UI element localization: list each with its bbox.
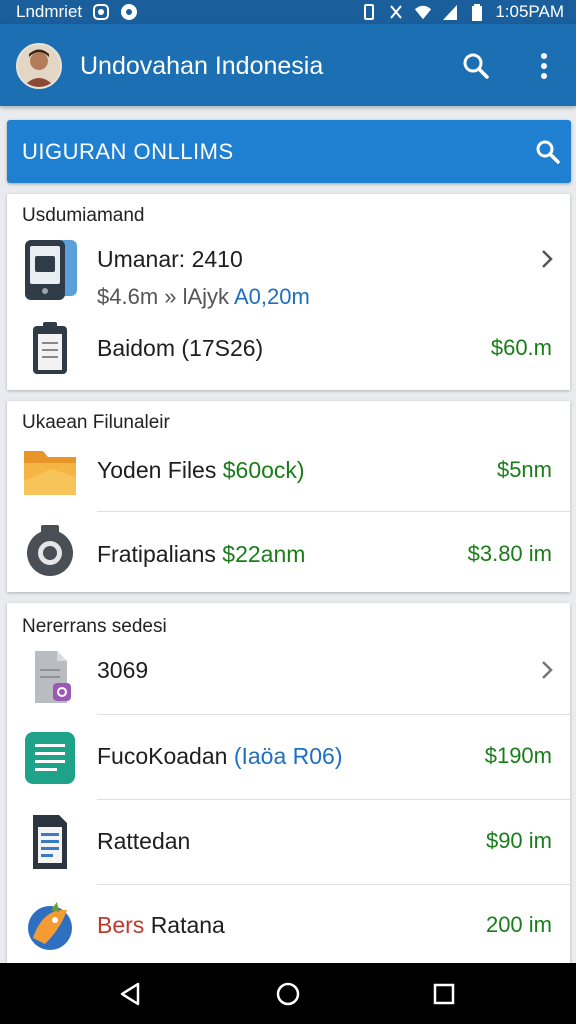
list-item[interactable]: Fratipalians $22anm $3.80 im	[7, 513, 570, 589]
chevron-right-icon	[536, 248, 558, 270]
divider	[97, 714, 570, 715]
item-value: $60.m	[490, 335, 552, 360]
sync-icon	[120, 3, 138, 21]
section-title: Usdumiamand	[22, 205, 145, 226]
item-title: Bers Ratana	[97, 912, 225, 939]
list-item[interactable]: Rattedan $90 im	[7, 801, 570, 885]
recents-icon[interactable]	[428, 978, 460, 1010]
phone-card-icon	[21, 238, 79, 300]
list-item[interactable]: 3069	[7, 643, 570, 715]
item-subtitle-link[interactable]: A0,20m	[234, 284, 310, 309]
app-title: Undovahan Indonesia	[80, 52, 324, 80]
item-title-amount: $22anm	[222, 541, 306, 567]
item-title: FucoKoadan (Iaöa R06)	[97, 743, 343, 770]
section-card-2: Ukaean Filunaleir Yoden Files $60ock) $5…	[7, 401, 570, 592]
notes-app-icon	[21, 730, 79, 788]
fox-app-icon	[21, 898, 79, 956]
chevron-right-icon	[536, 659, 558, 681]
item-title-name: Yoden Files	[97, 457, 217, 483]
folder-icon	[21, 447, 79, 505]
item-value: $190m	[484, 743, 552, 768]
item-title: Yoden Files $60ock)	[97, 457, 305, 484]
item-title-link[interactable]: (Iaöa R06)	[234, 743, 343, 769]
item-title-name: Fratipalians	[97, 541, 216, 567]
navigation-bar	[0, 963, 576, 1024]
divider	[97, 884, 570, 885]
item-value: $90 im	[485, 828, 552, 853]
text-file-icon	[21, 813, 79, 871]
list-item[interactable]: Yoden Files $60ock) $5nm	[7, 441, 570, 511]
battery-icon	[468, 3, 486, 21]
status-bar: Lndmriet 1:05PAM	[0, 0, 576, 24]
item-subtitle: $4.6m » lAjyk A0,20m	[97, 284, 310, 310]
list-item[interactable]: Bers Ratana 200 im	[7, 886, 570, 963]
item-value: 200 im	[485, 912, 552, 937]
item-title: 3069	[97, 657, 149, 683]
list-item[interactable]: Baidom (17S26) $60.m	[7, 318, 570, 382]
divider	[97, 511, 570, 512]
section-card-3: Nererrans sedesi 3069 FucoKoadan (Iaöa R…	[7, 603, 570, 963]
list-item[interactable]: FucoKoadan (Iaöa R06) $190m	[7, 716, 570, 800]
app-bar: Undovahan Indonesia	[0, 24, 576, 106]
camera-icon	[21, 523, 79, 581]
signal-icon	[441, 3, 459, 21]
search-bar[interactable]: UIGURAN ONLLIMS	[7, 120, 571, 183]
item-title: Baidom (17S26)	[97, 335, 264, 361]
item-value: $3.80 im	[467, 541, 552, 566]
divider	[97, 799, 570, 800]
search-bar-icon[interactable]	[533, 137, 563, 167]
item-subtitle-amount: $4.6m » lAjyk	[97, 284, 230, 309]
wifi-icon	[414, 3, 432, 21]
list-item[interactable]: Umanar: 2410 $4.6m » lAjyk A0,20m	[7, 236, 570, 312]
item-title-name: FucoKoadan	[97, 743, 228, 769]
item-title: Fratipalians $22anm	[97, 541, 305, 568]
item-title: Rattedan	[97, 828, 191, 854]
notification-icon	[92, 3, 110, 21]
section-card-1: Usdumiamand Umanar: 2410 $4.6m » lAjyk A…	[7, 194, 570, 390]
data-icon	[387, 3, 405, 21]
back-icon[interactable]	[114, 978, 146, 1010]
search-bar-label: UIGURAN ONLLIMS	[22, 139, 234, 164]
item-title-amount: $60ock)	[222, 457, 305, 483]
section-title: Nererrans sedesi	[22, 616, 167, 637]
section-title: Ukaean Filunaleir	[22, 412, 170, 433]
clock: 1:05PAM	[495, 2, 564, 21]
clipboard-icon	[21, 320, 79, 378]
vibrate-icon	[360, 3, 378, 21]
item-value: $5nm	[496, 457, 552, 482]
home-icon[interactable]	[272, 978, 304, 1010]
search-icon[interactable]	[460, 50, 492, 82]
avatar[interactable]	[16, 43, 62, 89]
item-title: Umanar: 2410	[97, 246, 243, 272]
document-badge-icon	[21, 649, 79, 707]
carrier-label: Lndmriet	[16, 2, 83, 21]
item-title-prefix: Bers	[97, 912, 145, 938]
more-options-icon[interactable]	[528, 50, 560, 82]
item-title-name: Ratana	[150, 912, 225, 938]
